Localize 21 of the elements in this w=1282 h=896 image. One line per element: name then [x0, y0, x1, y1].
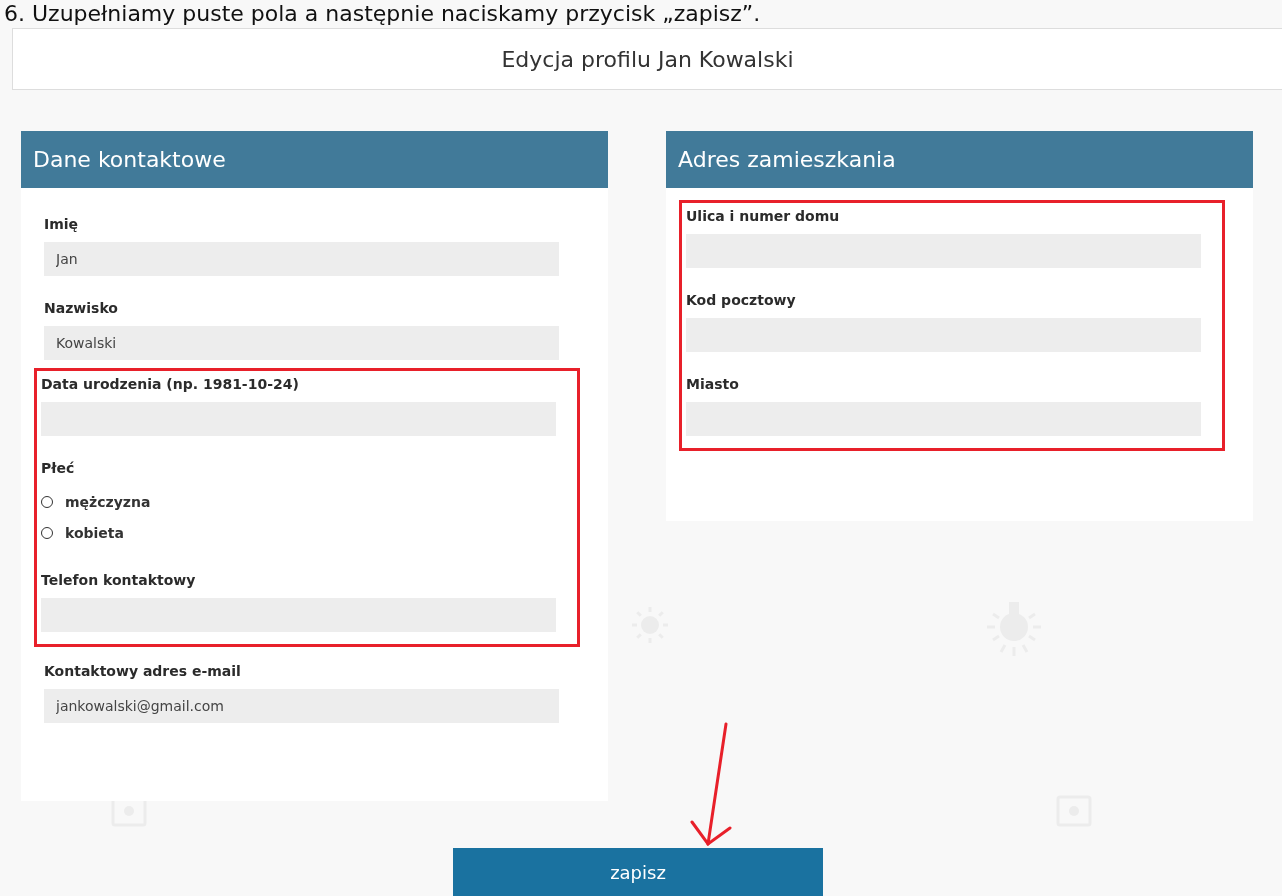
field-label: Miasto [686, 375, 740, 393]
field-label: Telefon kontaktowy [41, 571, 197, 589]
radio-button[interactable] [41, 526, 53, 539]
field-label: Kod pocztowy [686, 291, 797, 309]
panel-title: Adres zamieszkania [678, 147, 896, 172]
save-button[interactable]: zapisz [453, 848, 823, 896]
instruction-text: 6. Uzupełniamy puste pola a następnie naciskamy przycisk „zapisz”. [3, 0, 762, 28]
input-field[interactable]: Jan [44, 242, 559, 276]
input-field[interactable]: jankowalski@gmail.com [44, 689, 559, 723]
field-label: Kontaktowy adres e-mail [44, 662, 242, 680]
radio-button[interactable] [41, 495, 53, 508]
field-label: Data urodzenia (np. 1981-10-24) [41, 375, 300, 393]
input-field[interactable]: Kowalski [44, 326, 559, 360]
field-label: Ulica i numer domu [686, 207, 841, 225]
page-title: Edycja profilu Jan Kowalski [501, 46, 794, 72]
radio-label[interactable]: mężczyzna [65, 493, 151, 510]
field-label: Nazwisko [44, 299, 119, 317]
panel-title: Dane kontaktowe [33, 147, 226, 172]
radio-label[interactable]: kobieta [65, 524, 124, 541]
field-label: Płeć [41, 459, 76, 477]
field-label: Imię [44, 215, 80, 233]
